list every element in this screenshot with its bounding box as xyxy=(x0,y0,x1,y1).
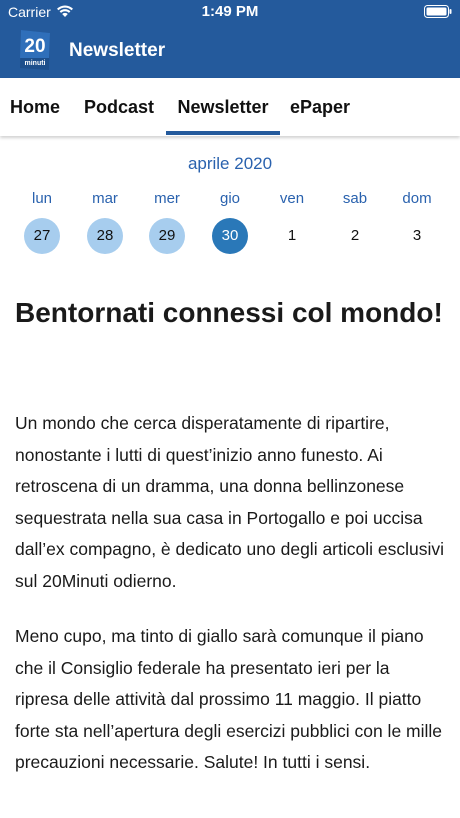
weekday-label: sab xyxy=(342,190,368,207)
app-header: Carrier 1:49 PM 20 minuti Newsletter xyxy=(0,0,460,78)
weekday-label: mer xyxy=(154,190,180,207)
weekday-label: dom xyxy=(402,190,432,207)
calendar-day[interactable]: 27 xyxy=(24,218,60,254)
weekday-label: gio xyxy=(219,190,241,207)
tab-epaper[interactable]: ePaper xyxy=(290,78,350,136)
status-bar: Carrier 1:49 PM xyxy=(0,0,460,24)
calendar-day[interactable]: 28 xyxy=(87,218,123,254)
page-title: Newsletter xyxy=(69,40,166,61)
logo-subtext: minuti xyxy=(25,60,46,67)
tab-newsletter[interactable]: Newsletter xyxy=(166,78,280,136)
calendar-day-selected[interactable]: 30 xyxy=(212,218,248,254)
calendar-month: aprile 2020 xyxy=(187,154,273,173)
battery-icon xyxy=(424,5,452,18)
article-paragraph: Un mondo che cerca disperatamente di rip… xyxy=(15,413,444,591)
calendar-day[interactable]: 2 xyxy=(337,218,373,254)
article-title: Bentornati connessi col mondo! xyxy=(15,297,443,328)
article-paragraph: Meno cupo, ma tinto di giallo sarà comun… xyxy=(15,626,443,772)
clock: 1:49 PM xyxy=(201,3,259,20)
calendar-day[interactable]: 1 xyxy=(274,218,310,254)
calendar-day[interactable]: 29 xyxy=(149,218,185,254)
tab-podcast[interactable]: Podcast xyxy=(84,78,154,136)
weekday-label: mar xyxy=(92,190,118,207)
weekday-label: lun xyxy=(31,190,53,207)
calendar-day[interactable]: 3 xyxy=(399,218,435,254)
tab-bar: Home Podcast Newsletter ePaper xyxy=(0,78,460,136)
app-logo-icon: 20 minuti xyxy=(20,30,50,70)
weekday-label: ven xyxy=(279,190,305,207)
tab-home[interactable]: Home xyxy=(10,78,60,136)
logo-number: 20 xyxy=(24,36,45,57)
active-tab-indicator xyxy=(166,131,280,135)
